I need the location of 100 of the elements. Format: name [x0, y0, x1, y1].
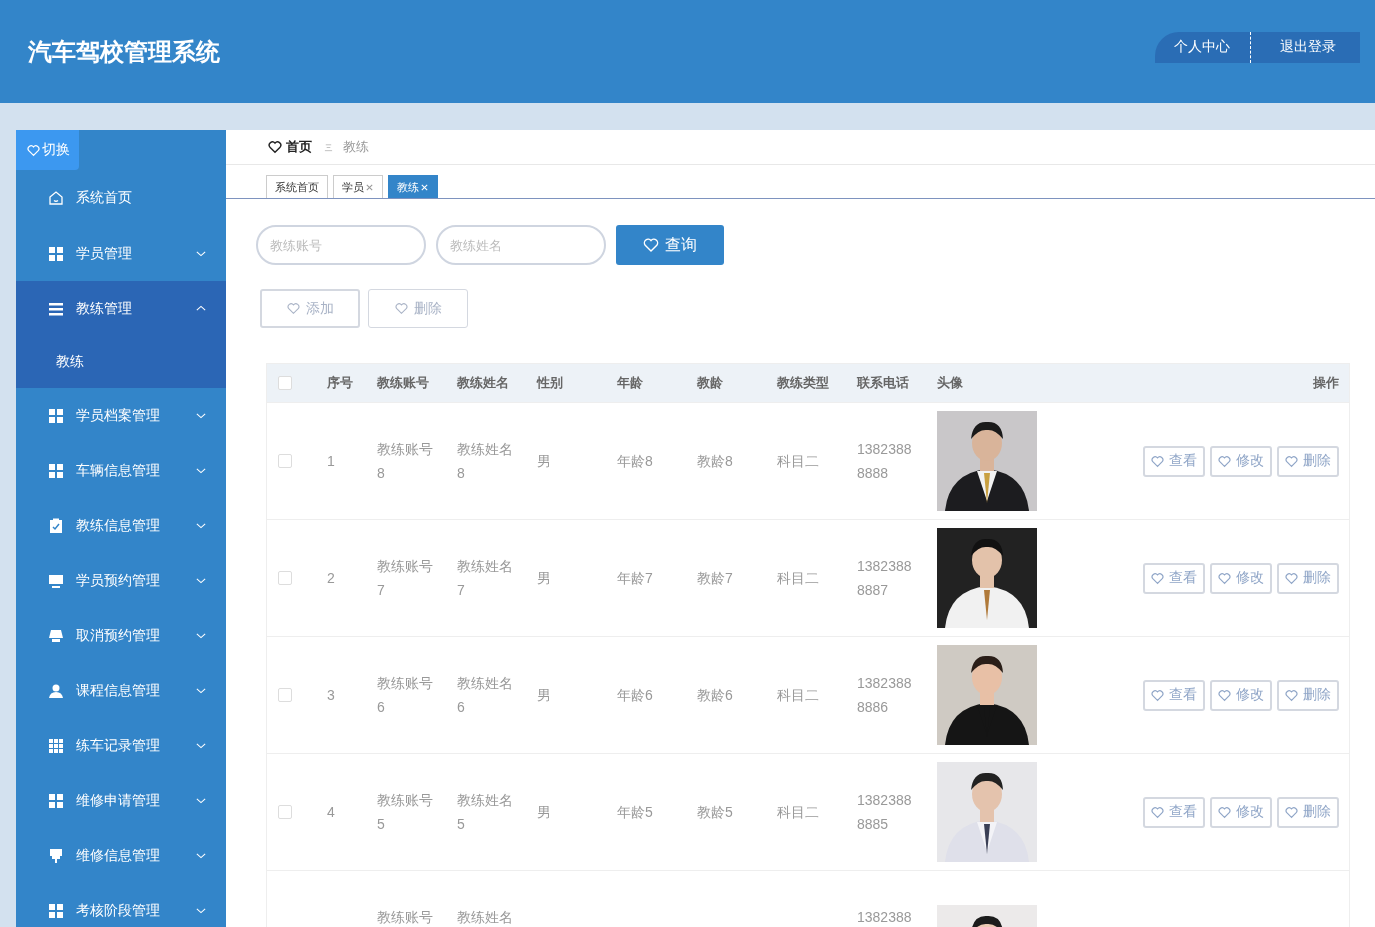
menu-label: 维修信息管理: [76, 846, 161, 865]
separator-icon: [324, 142, 333, 152]
user-menu-link[interactable]: 退出登录: [1271, 38, 1356, 56]
menu-label: 维修申请管理: [76, 791, 161, 810]
submenu-item[interactable]: 教练: [16, 336, 226, 388]
menu-label: 考核阶段管理: [76, 901, 161, 920]
table-cell-text: 男: [537, 803, 552, 822]
menu-item[interactable]: 取消预约管理: [16, 608, 226, 663]
toggle-button[interactable]: 切换: [16, 130, 79, 170]
search-field[interactable]: 教练账号: [256, 225, 426, 265]
menu-item[interactable]: 课程信息管理: [16, 663, 226, 718]
breadcrumb-link[interactable]: 首页: [286, 138, 312, 156]
clipboard-icon: [48, 517, 64, 534]
heart-icon: [1285, 688, 1298, 702]
chevron-down-icon: [196, 907, 206, 914]
row-action-button[interactable]: 查看: [1143, 679, 1205, 711]
menu-item[interactable]: 学员管理: [16, 226, 226, 281]
table-cell-text: 科目二: [777, 569, 820, 588]
chevron-down-icon: [196, 577, 206, 584]
row-action-button[interactable]: 修改: [1210, 796, 1272, 828]
table-icon: [48, 737, 64, 754]
column-header: 教练账号: [376, 374, 430, 392]
table-cell-text: 教练账号5: [377, 791, 434, 834]
table-cell-text: 教龄5: [697, 803, 734, 822]
table-cell-text: 教练姓名8: [457, 440, 514, 483]
table-cell-text: 3: [327, 686, 336, 705]
menu-item[interactable]: 维修信息管理: [16, 828, 226, 883]
breadcrumb-link[interactable]: 教练: [343, 138, 369, 156]
menu-item[interactable]: 考核阶段管理: [16, 883, 226, 927]
grid-icon: [48, 462, 64, 479]
table-cell-text: 教练账号7: [377, 557, 434, 600]
marker-icon: [48, 847, 64, 864]
menu-label: 学员预约管理: [76, 571, 161, 590]
heart-icon: [1151, 805, 1164, 819]
heart-icon: [1285, 454, 1298, 468]
table-cell-text: 男: [537, 569, 552, 588]
table-cell-text: 教练姓名: [457, 908, 514, 927]
row-action-button[interactable]: 删除: [1277, 562, 1339, 594]
column-header: 性别: [535, 374, 564, 392]
action-button[interactable]: 删除: [368, 289, 468, 328]
menu-item[interactable]: 系统首页: [16, 170, 226, 226]
chevron-down-icon: [196, 852, 206, 859]
row-action-button[interactable]: 查看: [1143, 796, 1205, 828]
table-cell-text: 教练姓名7: [457, 557, 514, 600]
search-button[interactable]: 查询: [616, 225, 724, 265]
table-cell-text: 教龄6: [697, 686, 734, 705]
row-action-button[interactable]: 查看: [1143, 562, 1205, 594]
row-checkbox[interactable]: [278, 571, 292, 585]
close-icon[interactable]: [365, 182, 374, 192]
app-title: 汽车驾校管理系统: [28, 36, 220, 67]
table-cell-text: 13823888886: [857, 674, 913, 717]
menu-item[interactable]: 车辆信息管理: [16, 443, 226, 498]
row-action-button[interactable]: 查看: [1143, 445, 1205, 477]
menu-item[interactable]: 维修申请管理: [16, 773, 226, 828]
grid-icon: [48, 902, 64, 919]
heart-icon: [394, 302, 408, 315]
row-action-button[interactable]: 修改: [1210, 679, 1272, 711]
heart-icon: [643, 237, 659, 253]
table-cell-text: 教练账号6: [377, 674, 434, 717]
menu-item[interactable]: 练车记录管理: [16, 718, 226, 773]
row-action-button[interactable]: 删除: [1277, 679, 1339, 711]
person-icon: [48, 682, 64, 699]
user-menu-link[interactable]: 个人中心: [1165, 38, 1250, 56]
chevron-down-icon: [196, 797, 206, 804]
page-tab[interactable]: 教练: [388, 175, 438, 198]
page-tab[interactable]: 系统首页: [266, 175, 328, 198]
menu-item[interactable]: 教练管理: [16, 281, 226, 336]
search-field[interactable]: 教练姓名: [436, 225, 606, 265]
menu-label: 车辆信息管理: [76, 461, 161, 480]
table-cell-text: 教练账号8: [377, 440, 434, 483]
table-cell-text: 13823888885: [857, 791, 913, 834]
action-button[interactable]: 添加: [260, 289, 360, 328]
row-action-button[interactable]: 修改: [1210, 562, 1272, 594]
heart-icon: [1151, 688, 1164, 702]
menu-label: 练车记录管理: [76, 736, 161, 755]
tray-icon: [48, 627, 64, 644]
page-tab[interactable]: 学员: [333, 175, 383, 198]
row-checkbox[interactable]: [278, 688, 292, 702]
column-header: 序号: [326, 374, 354, 392]
table-cell-text: 科目二: [777, 686, 820, 705]
row-checkbox[interactable]: [278, 805, 292, 819]
chevron-down-icon: [196, 250, 206, 257]
chevron-up-icon: [196, 305, 206, 312]
column-header: 头像: [936, 374, 964, 392]
heart-icon: [286, 302, 300, 315]
menu-item[interactable]: 教练信息管理: [16, 498, 226, 553]
row-action-button[interactable]: 删除: [1277, 445, 1339, 477]
menu-label: 学员管理: [76, 244, 133, 263]
row-action-button[interactable]: 修改: [1210, 445, 1272, 477]
menu-item[interactable]: 学员预约管理: [16, 553, 226, 608]
heart-icon: [1218, 688, 1231, 702]
row-action-button[interactable]: 删除: [1277, 796, 1339, 828]
chevron-down-icon: [196, 742, 206, 749]
select-all-checkbox[interactable]: [278, 376, 292, 390]
chevron-down-icon: [196, 632, 206, 639]
table-cell-text: 男: [537, 452, 552, 471]
table-cell-text: 4: [327, 803, 336, 822]
menu-item[interactable]: 学员档案管理: [16, 388, 226, 443]
row-checkbox[interactable]: [278, 454, 292, 468]
heart-icon: [27, 143, 40, 157]
